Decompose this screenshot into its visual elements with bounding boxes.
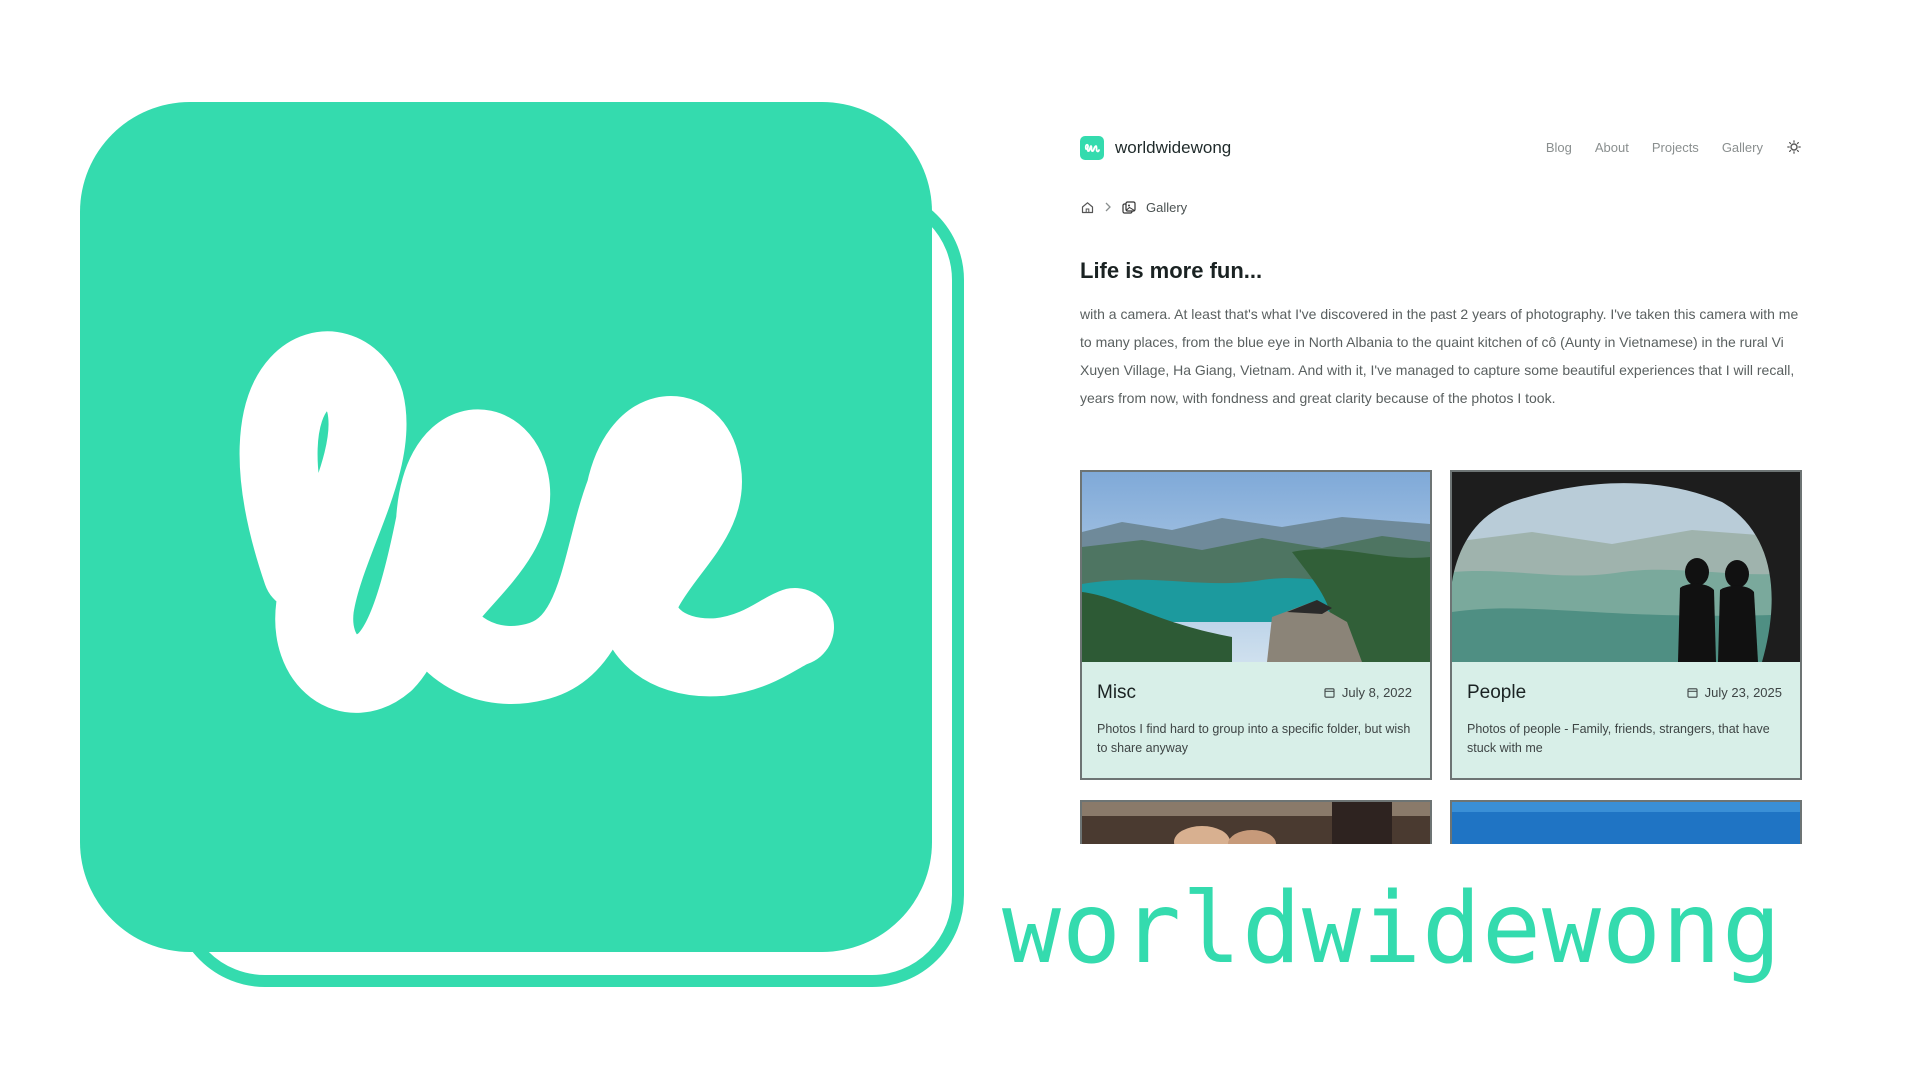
website-screenshot: worldwidewong Blog About Projects Galler… xyxy=(1060,120,1820,845)
card-description: Photos I find hard to group into a speci… xyxy=(1097,722,1411,755)
gallery-card-people[interactable]: People July 23, 2025 Photos of people - … xyxy=(1450,470,1802,780)
nav-links: Blog About Projects Gallery xyxy=(1546,139,1802,155)
nav-link-about[interactable]: About xyxy=(1595,140,1629,155)
card-date: July 8, 2022 xyxy=(1324,685,1412,700)
nav-link-gallery[interactable]: Gallery xyxy=(1722,140,1763,155)
breadcrumb: Gallery xyxy=(1080,200,1187,215)
wordmark: worldwidewong xyxy=(1002,872,1783,986)
card-description: Photos of people - Family, friends, stra… xyxy=(1467,722,1770,755)
calendar-icon xyxy=(1324,688,1335,698)
logo-tile xyxy=(80,102,932,952)
card-image-misc xyxy=(1082,472,1430,662)
gallery-card-peek[interactable] xyxy=(1080,800,1432,844)
gallery-card-misc[interactable]: Misc July 8, 2022 Photos I find hard to … xyxy=(1080,470,1432,780)
top-nav: worldwidewong Blog About Projects Galler… xyxy=(1080,136,1802,162)
nav-brand[interactable]: worldwidewong xyxy=(1080,136,1231,160)
chevron-right-icon xyxy=(1104,201,1112,215)
card-date: July 23, 2025 xyxy=(1687,685,1782,700)
calendar-icon xyxy=(1687,688,1698,698)
card-title: People xyxy=(1467,682,1527,703)
card-date-text: July 8, 2022 xyxy=(1341,685,1412,700)
sun-icon[interactable] xyxy=(1786,139,1802,155)
ww-logo-icon xyxy=(1080,136,1104,160)
page-title: Life is more fun... xyxy=(1080,258,1263,283)
logo xyxy=(80,102,980,1002)
nav-link-blog[interactable]: Blog xyxy=(1546,140,1572,155)
card-date-text: July 23, 2025 xyxy=(1704,685,1782,700)
card-image-people xyxy=(1452,472,1800,662)
nav-link-projects[interactable]: Projects xyxy=(1652,140,1699,155)
gallery-icon xyxy=(1122,201,1136,215)
card-title: Misc xyxy=(1097,682,1137,703)
gallery-card-peek[interactable] xyxy=(1450,800,1802,844)
nav-brand-name: worldwidewong xyxy=(1115,138,1232,157)
intro-paragraph: with a camera. At least that's what I've… xyxy=(1080,306,1799,406)
ww-logo-icon xyxy=(239,331,834,713)
breadcrumb-current[interactable]: Gallery xyxy=(1146,200,1187,215)
home-icon[interactable] xyxy=(1080,201,1094,215)
